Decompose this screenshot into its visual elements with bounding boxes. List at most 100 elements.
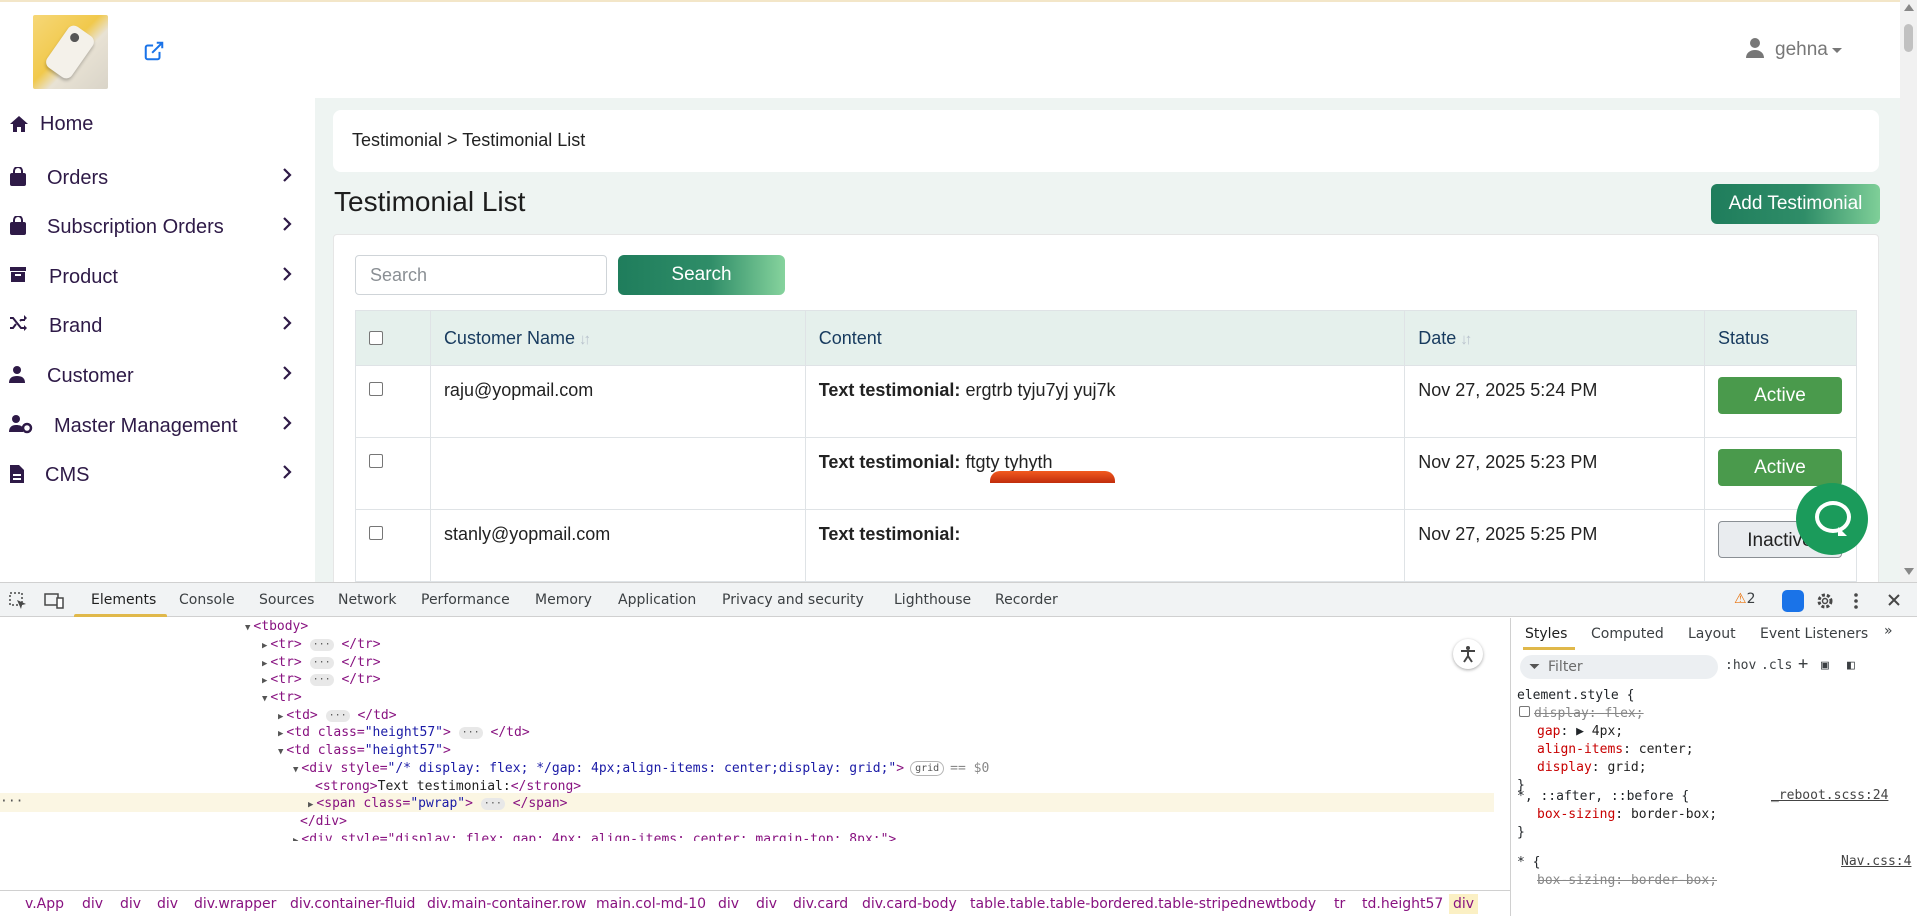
- styles-tab-layout[interactable]: Layout: [1688, 626, 1736, 642]
- devtools-tab-console[interactable]: Console: [179, 592, 235, 608]
- rule-line[interactable]: box-sizing: border-box;: [1517, 872, 1717, 890]
- more-options-icon[interactable]: [1853, 592, 1871, 610]
- breadcrumb-node[interactable]: div.card: [793, 896, 848, 912]
- styles-filter-input[interactable]: ⏷ Filter: [1520, 655, 1718, 679]
- dom-node-td[interactable]: ▶ <td class="height57"> ··· </td>: [278, 724, 530, 742]
- search-input[interactable]: [355, 255, 607, 295]
- add-testimonial-button[interactable]: Add Testimonial: [1711, 184, 1880, 224]
- scroll-down-arrow[interactable]: [1904, 568, 1914, 575]
- settings-gear-icon[interactable]: [1816, 592, 1834, 610]
- breadcrumb-node[interactable]: div: [157, 896, 178, 912]
- sidebar-item-master-management[interactable]: Master Management: [0, 406, 315, 446]
- scroll-up-arrow[interactable]: [1904, 4, 1914, 11]
- devtools-tab-memory[interactable]: Memory: [535, 592, 592, 608]
- dom-node-div-selected[interactable]: ▼ <div style="/* display: flex; */gap: 4p…: [293, 760, 989, 778]
- rule-line[interactable]: gap: ▶ 4px;: [1517, 723, 1694, 741]
- device-toolbar-icon[interactable]: [44, 592, 64, 610]
- paint-brush-icon[interactable]: ▣: [1821, 658, 1829, 673]
- breadcrumb-node[interactable]: div: [756, 896, 777, 912]
- status-toggle-button[interactable]: Active: [1717, 449, 1842, 486]
- breadcrumb-node[interactable]: main.col-md-10: [596, 896, 706, 912]
- styles-tab-event-listeners[interactable]: Event Listeners: [1760, 626, 1868, 642]
- devtools-tab-privacy[interactable]: Privacy and security: [722, 592, 864, 608]
- warnings-badge[interactable]: ⚠2: [1734, 591, 1755, 607]
- grid-badge[interactable]: grid: [910, 761, 945, 776]
- dom-node-tbody[interactable]: ▼ <tbody>: [245, 618, 308, 636]
- dom-node-tr[interactable]: ▶ <tr> ··· </tr>: [262, 636, 381, 654]
- hover-state-button[interactable]: :hov: [1725, 658, 1756, 673]
- dom-node-tr[interactable]: ▼ <tr>: [262, 689, 302, 707]
- close-devtools-icon[interactable]: [1886, 592, 1904, 610]
- breadcrumb-node[interactable]: table.table.table-bordered.table-striped…: [970, 896, 1276, 912]
- accessibility-tree-button[interactable]: [1453, 639, 1483, 669]
- devtools-tab-network[interactable]: Network: [338, 592, 396, 608]
- inspect-element-icon[interactable]: [9, 592, 27, 610]
- styles-tab-styles[interactable]: Styles: [1525, 626, 1567, 642]
- devtools-tab-sources[interactable]: Sources: [259, 592, 314, 608]
- search-button[interactable]: Search: [618, 255, 785, 295]
- devtools-tab-lighthouse[interactable]: Lighthouse: [894, 592, 971, 608]
- dom-node-div-partial[interactable]: ▶ <div style="display: flex; gap: 4px; al…: [293, 831, 896, 841]
- devtools-tab-application[interactable]: Application: [618, 592, 696, 608]
- breadcrumb-node[interactable]: v.App: [25, 896, 64, 912]
- breadcrumb-node[interactable]: div.container-fluid: [290, 896, 415, 912]
- breadcrumb-node[interactable]: div.main-container.row: [427, 896, 586, 912]
- sort-icon[interactable]: ↓↑: [1460, 331, 1472, 348]
- breadcrumb-node-selected[interactable]: div: [1449, 894, 1479, 914]
- node-actions-dots[interactable]: ···: [0, 793, 23, 811]
- rule-line[interactable]: box-sizing: border-box;: [1517, 806, 1717, 824]
- rule-line[interactable]: display: flex;: [1517, 705, 1694, 723]
- devtools-tab-performance[interactable]: Performance: [421, 592, 510, 608]
- dom-node-td[interactable]: ▼ <td class="height57">: [278, 742, 451, 760]
- dom-tree[interactable]: ··· ▼ <tbody> ▶ <tr> ··· </tr> ▶ <tr> ··· <…: [0, 618, 1510, 890]
- sidebar-item-orders[interactable]: Orders: [0, 158, 315, 198]
- sidebar-item-cms[interactable]: CMS: [0, 455, 315, 495]
- row-checkbox[interactable]: [369, 454, 383, 468]
- devtools-tab-elements[interactable]: Elements: [91, 592, 156, 608]
- rule-line[interactable]: display: grid;: [1517, 759, 1694, 777]
- sidebar-item-home[interactable]: Home: [0, 104, 315, 144]
- store-logo[interactable]: [33, 15, 108, 89]
- source-link[interactable]: _reboot.scss:24: [1771, 788, 1888, 803]
- source-link[interactable]: Nav.css:4: [1841, 854, 1911, 869]
- column-header-date[interactable]: Date ↓↑: [1404, 310, 1705, 366]
- breadcrumb-node[interactable]: div: [120, 896, 141, 912]
- breadcrumb-node[interactable]: div.wrapper: [194, 896, 276, 912]
- sidebar-item-product[interactable]: Product: [0, 257, 315, 297]
- dom-node-tr[interactable]: ▶ <tr> ··· </tr>: [262, 654, 381, 672]
- sidebar-item-customer[interactable]: Customer: [0, 356, 315, 396]
- breadcrumb-node[interactable]: div: [718, 896, 739, 912]
- external-link-icon[interactable]: [143, 40, 165, 62]
- class-toggle-button[interactable]: .cls: [1761, 658, 1792, 673]
- user-menu[interactable]: gehna: [1745, 38, 1842, 62]
- sidebar-item-subscription-orders[interactable]: Subscription Orders: [0, 207, 315, 247]
- column-header-customer-name[interactable]: Customer Name ↓↑: [429, 310, 806, 366]
- chat-widget-button[interactable]: [1796, 483, 1868, 555]
- dom-node-tr[interactable]: ▶ <tr> ··· </tr>: [262, 671, 381, 689]
- row-checkbox[interactable]: [369, 526, 383, 540]
- row-checkbox[interactable]: [369, 382, 383, 396]
- devtools-tab-recorder[interactable]: Recorder: [995, 592, 1058, 608]
- rule-line[interactable]: align-items: center;: [1517, 741, 1694, 759]
- breadcrumb-node[interactable]: div.card-body: [862, 896, 957, 912]
- scroll-thumb[interactable]: [1904, 24, 1913, 52]
- dom-node-td[interactable]: ▶ <td> ··· </td>: [278, 707, 397, 725]
- property-checkbox[interactable]: [1519, 706, 1530, 717]
- toggle-sidebar-icon[interactable]: ◧: [1847, 658, 1855, 673]
- breadcrumb-node[interactable]: tbody: [1276, 896, 1316, 912]
- styles-tab-computed[interactable]: Computed: [1591, 626, 1664, 642]
- breadcrumb-node[interactable]: td.height57: [1362, 896, 1443, 912]
- page-scrollbar[interactable]: [1900, 0, 1917, 582]
- new-rule-icon[interactable]: +: [1798, 654, 1808, 674]
- status-toggle-button[interactable]: Active: [1717, 377, 1842, 414]
- rule-selector: * {: [1517, 855, 1541, 870]
- breadcrumb-node[interactable]: tr: [1334, 896, 1345, 912]
- sidebar-item-brand[interactable]: Brand: [0, 306, 315, 346]
- breadcrumb-node[interactable]: div: [82, 896, 103, 912]
- dom-node-strong[interactable]: <strong>Text testimonial:</strong>: [315, 778, 581, 796]
- ai-assistance-icon[interactable]: [1782, 590, 1804, 612]
- dom-node-span[interactable]: ▶ <span class="pwrap"> ··· </span>: [308, 795, 567, 813]
- select-all-checkbox[interactable]: [369, 330, 383, 345]
- sort-icon[interactable]: ↓↑: [579, 331, 591, 348]
- more-tabs-icon[interactable]: »: [1884, 623, 1893, 639]
